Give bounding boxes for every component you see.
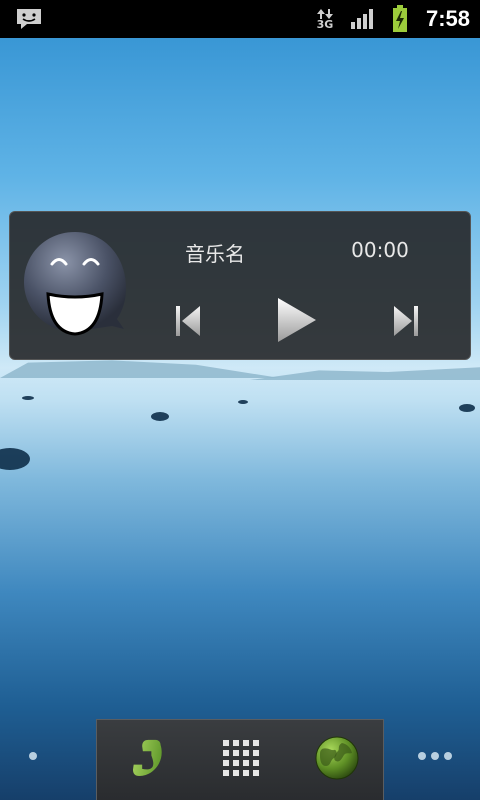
status-clock: 7:58 <box>425 6 470 31</box>
page-indicator-left[interactable] <box>29 752 37 760</box>
browser-globe-icon <box>314 735 360 785</box>
page-dot <box>444 752 452 760</box>
dock <box>96 719 384 800</box>
network-type-label: 3G <box>316 17 334 31</box>
phone-button[interactable] <box>97 720 193 800</box>
wallpaper-rock <box>0 448 30 470</box>
app-drawer-button[interactable] <box>193 720 289 800</box>
status-bar: 3G 7:58 <box>0 0 480 38</box>
page-indicator-right[interactable] <box>418 752 452 760</box>
page-dot <box>431 752 439 760</box>
avatar-smiley-icon[interactable] <box>22 230 128 340</box>
previous-track-icon[interactable] <box>174 304 202 338</box>
wallpaper <box>0 0 480 800</box>
app-drawer-icon <box>221 738 261 782</box>
wallpaper-rock <box>151 412 169 421</box>
wallpaper-rock <box>459 404 475 412</box>
data-3g-icon: 3G <box>314 0 336 38</box>
message-notification-icon[interactable] <box>14 0 44 38</box>
battery-charging-icon <box>389 0 411 38</box>
signal-icon <box>349 0 377 38</box>
page-dot <box>418 752 426 760</box>
next-track-icon[interactable] <box>392 304 420 338</box>
music-player-widget[interactable]: 音乐名 00:00 <box>9 211 471 360</box>
phone-icon <box>121 735 169 785</box>
song-time-label: 00:00 <box>351 238 409 262</box>
wallpaper-rock <box>22 396 34 400</box>
wallpaper-rock <box>238 400 248 404</box>
browser-button[interactable] <box>289 720 385 800</box>
wallpaper-mountain <box>250 367 480 380</box>
play-icon[interactable] <box>276 296 318 344</box>
song-name-label: 音乐名 <box>185 242 245 266</box>
